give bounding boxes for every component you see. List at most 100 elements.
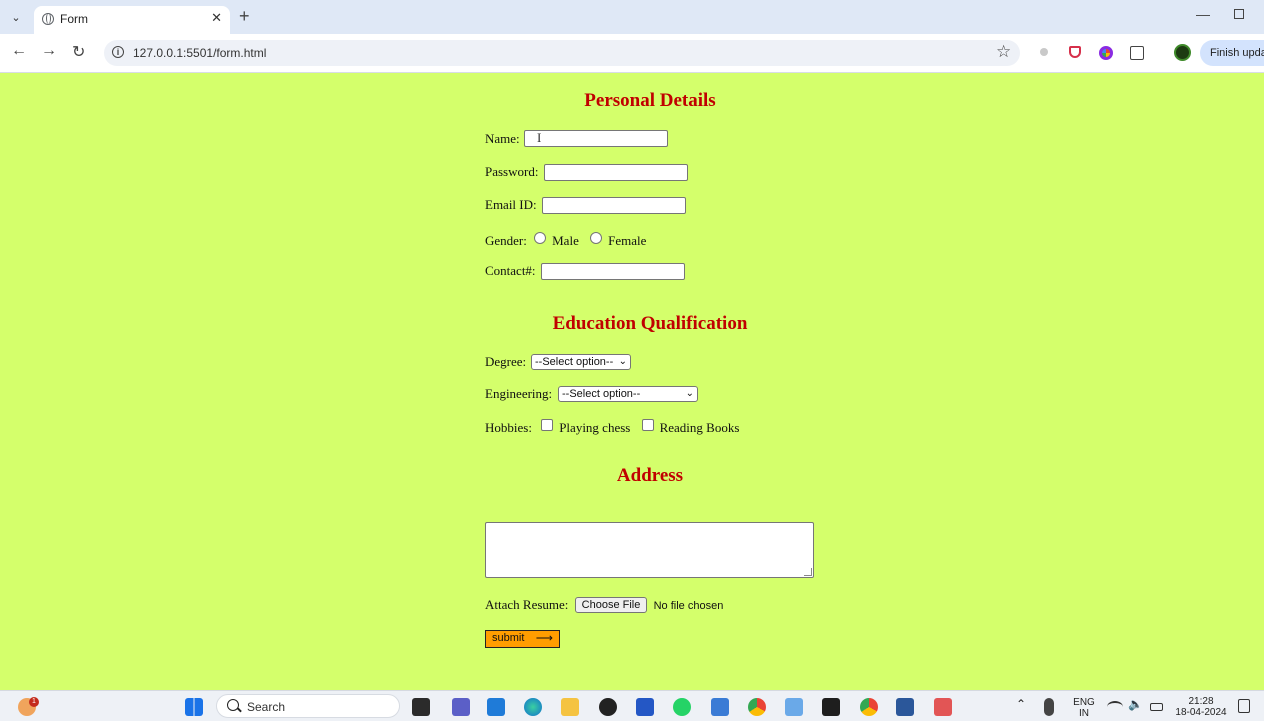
password-input[interactable] [544,164,688,181]
password-label: Password: [485,164,539,179]
address-textarea[interactable] [485,522,814,578]
teams-icon[interactable] [452,698,470,716]
gender-label: Gender: [485,233,527,248]
browser-tab-bar: ⌄ Form ✕ + — [0,0,1264,34]
windows-start-icon[interactable] [185,698,203,716]
degree-label: Degree: [485,354,527,369]
minimize-icon[interactable]: — [1196,6,1210,22]
hobby-chess-label: Playing chess [559,420,631,435]
chrome-icon[interactable] [748,698,766,716]
address-bar[interactable]: i 127.0.0.1:5501/form.html ☆ [104,40,1020,66]
language-indicator[interactable]: ENG IN [1070,697,1098,719]
gender-male-radio[interactable] [534,232,547,244]
email-input[interactable] [542,197,686,214]
hobbies-row: Hobbies: Playing chess Reading Books [485,419,739,436]
edge-icon[interactable] [524,698,542,716]
hobby-books-label: Reading Books [659,420,740,435]
terminal-icon[interactable] [822,698,840,716]
gender-male-label: Male [552,233,579,248]
extensions-puzzle-icon[interactable] [1130,46,1144,60]
degree-row: Degree: [485,354,526,370]
language-region: IN [1079,708,1089,719]
taskbar-search[interactable]: Search [216,694,400,718]
extension-dot-icon[interactable] [1040,48,1048,56]
file-explorer-icon[interactable] [561,698,579,716]
notepad-icon[interactable] [785,698,803,716]
pocket-extension-icon[interactable] [1069,46,1081,58]
clock-date: 18-04-2024 [1175,707,1227,718]
engineering-selected-value: --Select option-- [562,388,641,400]
text-cursor-icon: I [537,130,542,145]
clock[interactable]: 21:28 18-04-2024 [1172,696,1230,718]
resume-label: Attach Resume: [485,597,569,612]
notification-badge: 1 [29,697,39,707]
email-label: Email ID: [485,197,537,212]
word-icon[interactable] [896,698,914,716]
arrow-right-icon: ⟶ [535,631,553,645]
gender-row: Gender: Male Female [485,232,646,249]
chrome-profile-icon[interactable] [860,698,878,716]
personal-details-heading: Personal Details [584,90,716,111]
tab-search-chevron-icon[interactable]: ⌄ [6,7,26,27]
whatsapp-icon[interactable] [673,698,691,716]
contact-input[interactable] [541,263,685,280]
file-status-text: No file chosen [653,600,724,612]
language-code: ENG [1073,697,1095,708]
chevron-down-icon: ⌄ [685,388,694,399]
resize-handle-icon[interactable] [804,568,812,576]
gender-female-radio[interactable] [590,232,603,244]
tray-chevron-up-icon[interactable]: ⌃ [1016,698,1026,710]
media-player-icon[interactable] [599,698,617,716]
notification-center-icon[interactable] [1238,699,1250,713]
name-row: Name: [485,131,520,147]
globe-icon [42,13,54,25]
search-icon [227,699,239,711]
vscode-icon[interactable] [487,698,505,716]
windows-taskbar: 1 Search ⌃ ENG IN 🔈 21:28 18-04-2024 [0,690,1264,721]
bookmark-star-icon[interactable]: ☆ [996,42,1011,62]
snipping-tool-icon[interactable] [934,698,952,716]
resume-row: Attach Resume: Choose File No file chose… [485,597,723,613]
close-tab-icon[interactable]: ✕ [211,10,222,26]
task-view-icon[interactable] [412,698,430,716]
hobby-chess-checkbox[interactable] [541,419,554,431]
password-row: Password: [485,164,538,180]
battery-icon[interactable] [1150,703,1163,711]
name-label: Name: [485,131,520,146]
engineering-row: Engineering: [485,386,552,402]
reload-icon[interactable]: ↻ [72,42,85,62]
email-row: Email ID: [485,197,537,213]
url-text[interactable]: 127.0.0.1:5501/form.html [133,46,266,60]
color-extension-icon[interactable] [1099,46,1113,60]
education-heading: Education Qualification [552,313,748,334]
degree-selected-value: --Select option-- [535,356,614,368]
chevron-down-icon: ⌄ [618,356,627,367]
engineering-select[interactable]: --Select option-- ⌄ [558,386,698,402]
browser-tab[interactable]: Form ✕ [34,6,230,34]
engineering-label: Engineering: [485,386,553,401]
store-icon[interactable] [636,698,654,716]
hobby-books-checkbox[interactable] [641,419,654,431]
forward-arrow-icon[interactable]: → [41,42,57,60]
degree-select[interactable]: --Select option-- ⌄ [531,354,631,370]
new-tab-icon[interactable]: + [239,6,250,27]
tab-title: Form [60,12,88,26]
submit-button[interactable]: submit ⟶ [485,630,560,648]
finish-update-button[interactable]: Finish update [1200,40,1264,66]
restore-icon[interactable] [1234,9,1244,19]
back-arrow-icon[interactable]: ← [11,42,27,60]
wifi-icon[interactable] [1107,701,1123,713]
choose-file-button[interactable]: Choose File [574,597,648,613]
name-input[interactable]: I [524,130,668,147]
submit-label: submit [492,632,525,644]
microphone-icon[interactable] [1044,698,1054,716]
contact-row: Contact#: [485,263,536,279]
profile-avatar[interactable] [1174,44,1191,61]
site-info-icon[interactable]: i [112,46,124,58]
hobbies-label: Hobbies: [485,420,532,435]
volume-icon[interactable]: 🔈 [1128,698,1143,710]
search-label: Search [247,700,286,714]
gender-female-label: Female [608,233,647,248]
contact-label: Contact#: [485,263,536,278]
power-automate-icon[interactable] [711,698,729,716]
